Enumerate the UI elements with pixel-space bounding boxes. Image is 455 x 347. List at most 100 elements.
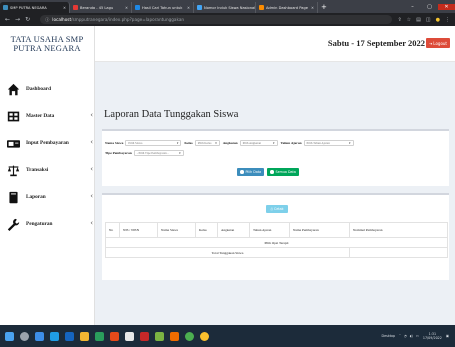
system-tray: Desktop ˄ ◔ ◖) ▭ 1:31 17/09/2022 ▣ (382, 332, 455, 341)
filter-label: Tipe Pembayaran (105, 151, 132, 155)
powerpoint-icon[interactable] (110, 331, 119, 341)
browser-tab-strip: SMP PUTRA NEGARA ✕ Beranda - 45 Lagu ✕ H… (0, 0, 455, 13)
select-angkatan[interactable]: Pilih Angkatan ▾ (239, 140, 278, 146)
search-icon[interactable] (20, 331, 29, 341)
close-window-icon[interactable]: ✕ (438, 3, 455, 10)
url-input[interactable]: ⓘ localhost /smpputranegara/index.php?pa… (40, 15, 393, 24)
column-header: Kelas (195, 222, 218, 238)
table-header-row: No NIS / NISN Nama Siswa Kelas Angkatan … (105, 222, 448, 238)
print-button[interactable]: ⎙ Cetak (266, 205, 288, 213)
url-path: /smpputranegara/index.php?page=laporantu… (71, 17, 185, 22)
new-tab-button[interactable]: + (321, 3, 327, 11)
windows-start-icon[interactable] (5, 331, 14, 341)
tab-favicon-icon (73, 5, 78, 10)
task-view-icon[interactable] (35, 331, 44, 341)
minimize-icon[interactable]: – (404, 4, 421, 10)
app-icon[interactable] (140, 331, 149, 341)
book-icon (6, 190, 20, 204)
logout-label: Logout (433, 40, 447, 46)
browser-address-bar: ← → ↻ ⓘ localhost /smpputranegara/index.… (0, 13, 455, 26)
extension-icon[interactable]: ● (436, 17, 440, 23)
chevron-down-icon: ▾ (349, 141, 351, 145)
table-row: Pilih Opsi Terapti (105, 237, 448, 248)
column-header: Angkatan (217, 222, 250, 238)
tab-favicon-icon (135, 5, 140, 10)
select-tipe-pembayaran[interactable]: - Pilih Tipe Pembayaran - ▾ (133, 150, 184, 156)
taskbar-clock[interactable]: 1:31 17/09/2022 (423, 332, 442, 341)
app-icon[interactable] (200, 331, 209, 341)
total-label: Total Tunggakan Siswa (105, 247, 350, 258)
chevron-left-icon: ‹ (90, 219, 93, 227)
logout-button[interactable]: ⇥ Logout (425, 38, 450, 48)
info-icon: ⓘ (45, 16, 50, 22)
pilih-data-button[interactable]: Pilih Data (237, 168, 265, 176)
sidebar-item-master-data[interactable]: Master Data ‹ (0, 104, 95, 128)
back-icon[interactable]: ← (5, 16, 10, 23)
sidebar-item-pengaturan[interactable]: Pengaturan ‹ (0, 212, 95, 236)
tab-favicon-icon (3, 5, 8, 10)
chevron-left-icon: ‹ (90, 111, 93, 119)
tab-favicon-icon (197, 5, 202, 10)
column-header: Nama Pembayaran (289, 222, 350, 238)
tray-arrow-icon[interactable]: ˄ (399, 334, 401, 338)
logout-icon: ⇥ (428, 40, 433, 46)
browser-tab[interactable]: Beranda - 45 Lagu ✕ (70, 2, 132, 13)
table-icon (6, 109, 20, 123)
clock-date: 17/09/2022 (422, 336, 442, 340)
select-kelas[interactable]: Pilih Kelas ▾ (194, 140, 220, 146)
semua-data-button[interactable]: Semua Data (267, 168, 299, 176)
button-label: Pilih Data (245, 170, 262, 174)
share-icon[interactable]: ⇪ (397, 17, 401, 23)
sidebar-item-transaksi[interactable]: Transaksi ‹ (0, 158, 95, 182)
column-header: Nama Siswa (157, 222, 196, 238)
windows-taskbar: Desktop ˄ ◔ ◖) ▭ 1:31 17/09/2022 ▣ (0, 325, 455, 347)
menu-dots-icon[interactable]: ⋮ (445, 17, 450, 23)
volume-icon[interactable]: ◖) (410, 334, 413, 338)
browser-tab[interactable]: Hasil Cari Tahun untuk ✕ (132, 2, 194, 13)
chrome-icon[interactable] (185, 331, 194, 341)
close-tab-icon[interactable]: ✕ (309, 6, 314, 10)
sidebar-item-label: Transaksi (26, 167, 49, 173)
select-tahun-ajaran[interactable]: Pilih Tahun Ajaran ▾ (303, 140, 354, 146)
store-icon[interactable] (125, 331, 134, 341)
network-icon[interactable]: ◔ (404, 334, 407, 338)
file-explorer-icon[interactable] (80, 331, 89, 341)
chevron-left-icon: ‹ (90, 165, 93, 173)
tab-title: Admin Dashboard Page (266, 5, 308, 10)
select-nama-siswa[interactable]: Pilih Siswa ▾ (125, 140, 182, 146)
filter-panel: Nama Siswa Pilih Siswa ▾ Kelas Pilih Kel… (102, 129, 449, 186)
browser-tab[interactable]: SMP PUTRA NEGARA ✕ (0, 2, 70, 13)
close-tab-icon[interactable]: ✕ (61, 6, 66, 10)
total-value (349, 247, 448, 258)
notification-icon[interactable]: ▣ (446, 334, 449, 338)
sidebar-item-label: Input Pembayaran (26, 140, 69, 146)
chevron-down-icon: ▾ (176, 141, 179, 145)
app-icon[interactable] (155, 331, 164, 341)
close-tab-icon[interactable]: ✕ (123, 6, 128, 10)
battery-icon[interactable]: ▭ (416, 334, 419, 338)
browser-tab[interactable]: Nomor Induk Siswa Nasional ✕ (194, 2, 256, 13)
sidebar-item-laporan[interactable]: Laporan ‹ (0, 185, 95, 209)
desktop-label[interactable]: Desktop (382, 334, 396, 338)
sidebar-item-input-pembayaran[interactable]: Input Pembayaran ‹ (0, 131, 95, 155)
report-table: No NIS / NISN Nama Siswa Kelas Angkatan … (105, 222, 448, 258)
maximize-icon[interactable]: ▢ (421, 4, 438, 10)
reading-list-icon[interactable]: ▤ (416, 17, 421, 23)
excel-icon[interactable] (95, 331, 104, 341)
edge-icon[interactable] (50, 331, 59, 341)
app-icon[interactable] (170, 331, 179, 341)
browser-tab[interactable]: Admin Dashboard Page ✕ (256, 2, 318, 13)
chevron-left-icon: ‹ (90, 138, 93, 146)
bookmark-star-icon[interactable]: ☆ (407, 17, 411, 23)
close-tab-icon[interactable]: ✕ (185, 6, 190, 10)
word-icon[interactable] (65, 331, 74, 341)
button-label: Cetak (274, 207, 284, 211)
sidebar-item-dashboard[interactable]: Dashboard (0, 77, 95, 101)
brand-line: PUTRA NEGARA (13, 43, 81, 53)
reload-icon[interactable]: ↻ (25, 16, 30, 23)
forward-icon[interactable]: → (15, 16, 20, 23)
filter-label: Nama Siswa (105, 141, 124, 145)
select-value: Pilih Siswa (128, 141, 143, 145)
home-icon (6, 82, 20, 96)
split-icon[interactable]: ◫ (426, 17, 431, 23)
